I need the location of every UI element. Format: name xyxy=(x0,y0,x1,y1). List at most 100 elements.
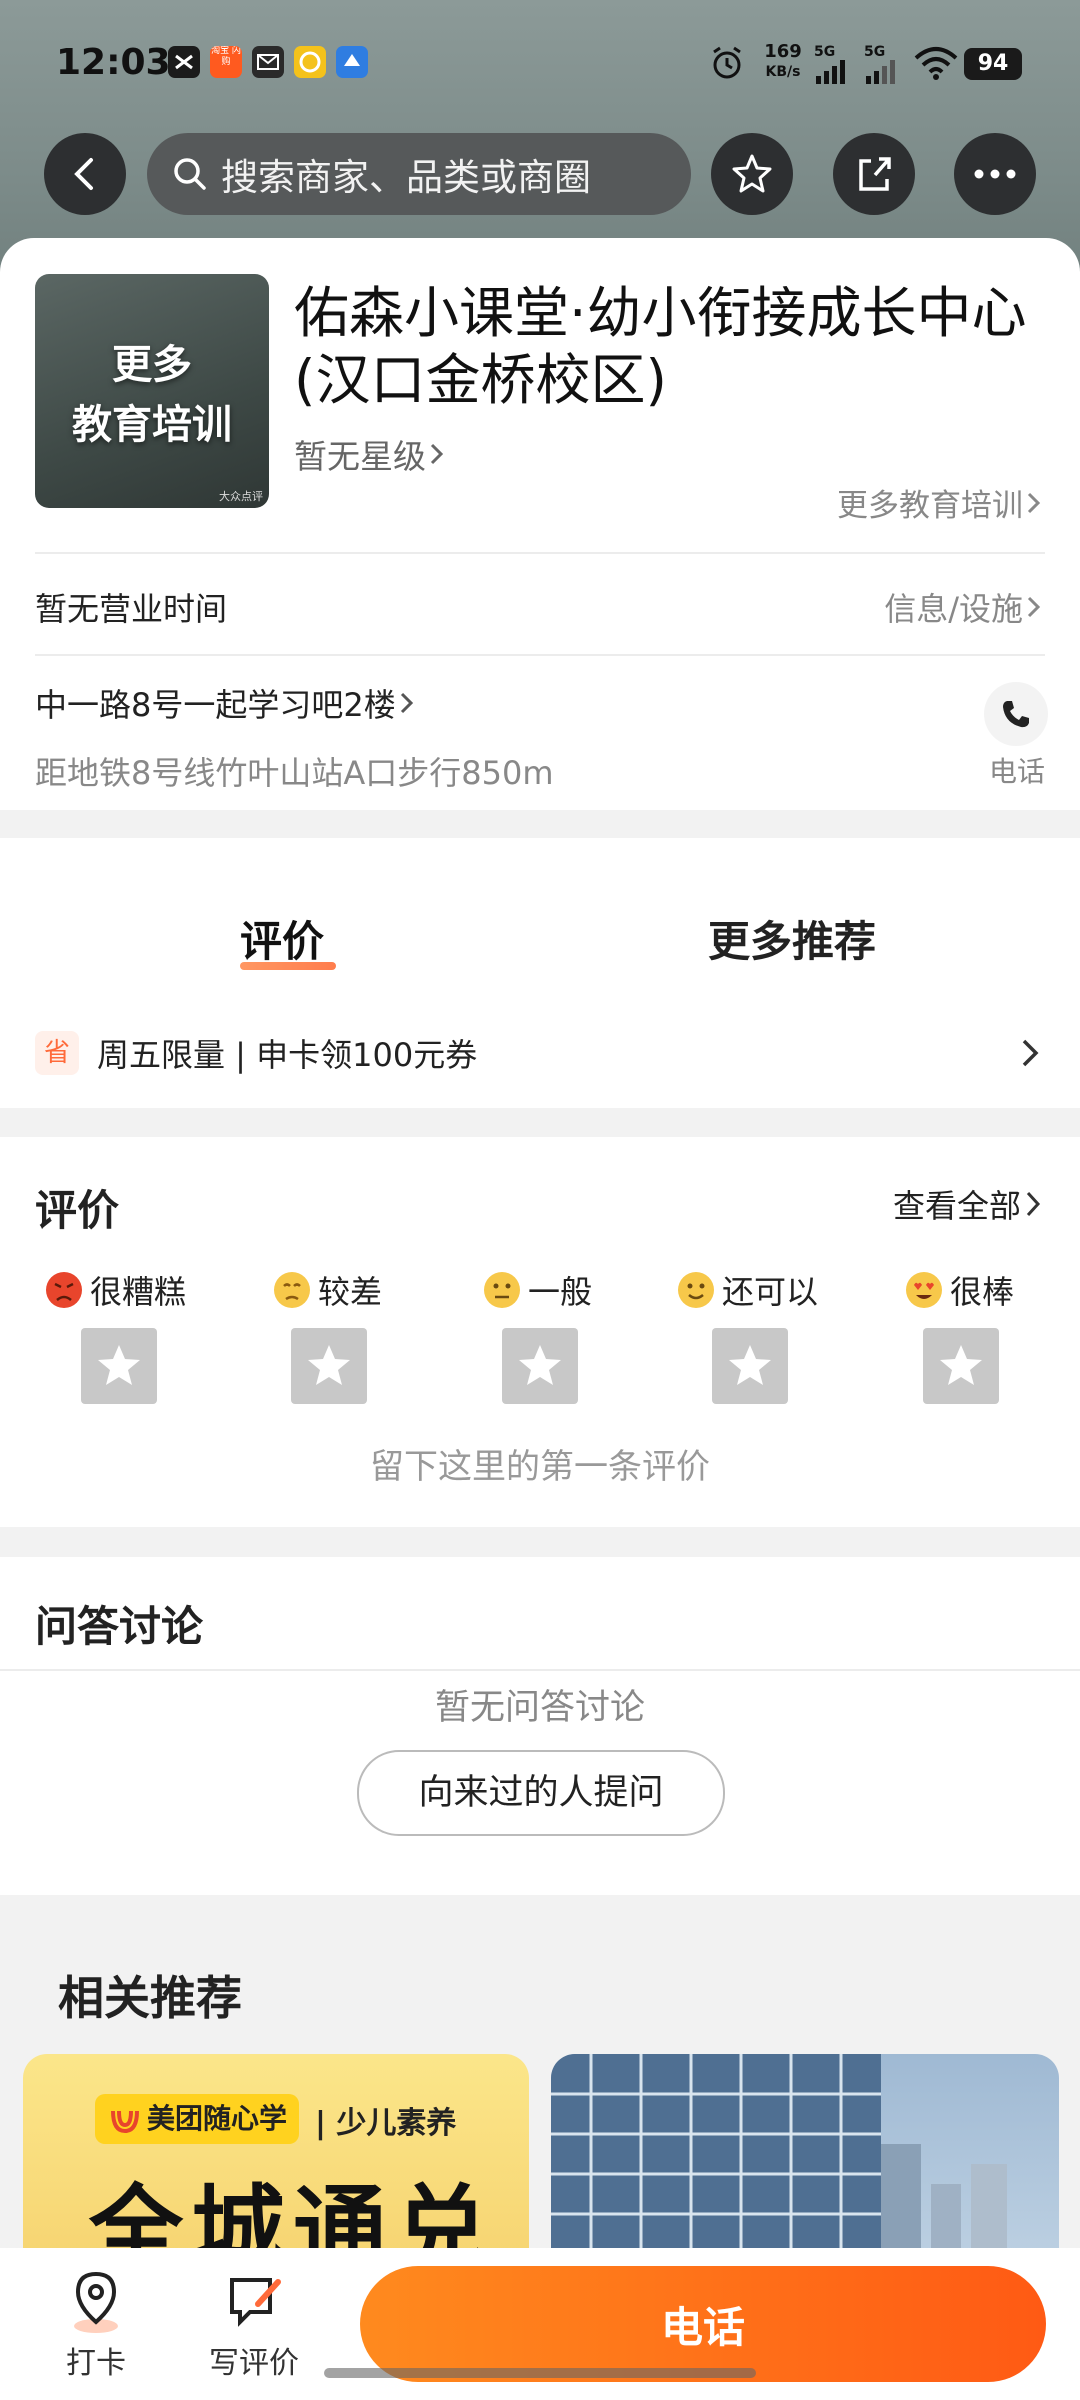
meituan-logo-icon xyxy=(111,2110,139,2134)
rating-level-4[interactable]: 还可以 xyxy=(676,1267,818,1313)
more-dots-icon xyxy=(974,169,1016,179)
chevron-right-icon xyxy=(1027,492,1041,513)
yellow-app-icon xyxy=(294,46,326,78)
checkin-button[interactable]: 打卡 xyxy=(58,2270,134,2382)
heart-eyes-face-icon xyxy=(906,1272,942,1308)
wifi-icon xyxy=(914,46,958,84)
star-icon xyxy=(308,1345,350,1385)
rating-level-2-label: 较差 xyxy=(318,1273,383,1311)
first-review-prompt: 留下这里的第一条评价 xyxy=(370,1447,710,1487)
back-button[interactable] xyxy=(44,133,126,215)
info-facilities-link[interactable]: 信息/设施 xyxy=(884,584,1045,630)
address-text: 中一路8号一起学习吧2楼 xyxy=(35,686,396,724)
blue-app-icon xyxy=(336,46,368,78)
rating-star-1[interactable] xyxy=(81,1328,157,1404)
shop-name: 佑森小课堂·幼小衔接成长中心(汉口金桥校区) xyxy=(294,281,1027,412)
tab-review[interactable]: 评价 xyxy=(240,908,336,970)
network-speed: 169 KB/s xyxy=(764,41,802,81)
search-placeholder: 搜索商家、品类或商圈 xyxy=(221,156,591,199)
angry-face-icon xyxy=(46,1272,82,1308)
ask-question-button[interactable]: 向来过的人提问 xyxy=(357,1750,725,1836)
chevron-right-icon xyxy=(400,692,413,714)
rating-star-3[interactable] xyxy=(502,1328,578,1404)
thumbnail-text-2: 教育培训 xyxy=(72,402,232,448)
rating-level-3[interactable]: 一般 xyxy=(482,1267,592,1313)
info-facilities-text: 信息/设施 xyxy=(884,590,1023,628)
phone-button[interactable] xyxy=(984,682,1048,746)
star-outline-icon xyxy=(732,154,772,193)
more-category-link[interactable]: 更多教育培训 xyxy=(837,480,1045,525)
write-review-label: 写评价 xyxy=(209,2346,299,2381)
star-icon xyxy=(98,1345,140,1385)
share-icon xyxy=(859,157,891,191)
qa-section: 问答讨论 暂无问答讨论 向来过的人提问 xyxy=(0,1557,1080,1895)
tab-active-indicator xyxy=(240,962,336,970)
rating-level-1-label: 很糟糕 xyxy=(90,1273,187,1311)
card1-tag: | 少儿素养 xyxy=(315,2106,457,2141)
location-pin-icon xyxy=(74,2271,118,2333)
rating-star-5[interactable] xyxy=(923,1328,999,1404)
rating-level-2[interactable]: 较差 xyxy=(272,1267,382,1313)
rating-text: 暂无星级 xyxy=(294,437,426,476)
phone-icon xyxy=(1003,701,1029,728)
star-icon xyxy=(519,1345,561,1385)
star-icon xyxy=(729,1345,771,1385)
rating-star-4[interactable] xyxy=(712,1328,788,1404)
thumbnail-watermark: 大众点评 xyxy=(219,490,263,503)
call-button[interactable]: 电话 xyxy=(360,2266,1046,2382)
more-category-text: 更多教育培训 xyxy=(837,488,1023,524)
rating-level-1[interactable]: 很糟糕 xyxy=(44,1267,186,1313)
sad-face-icon xyxy=(274,1272,310,1308)
alarm-icon xyxy=(708,44,746,86)
rating-level-3-label: 一般 xyxy=(528,1273,593,1311)
search-bar[interactable]: 搜索商家、品类或商圈 xyxy=(147,133,691,215)
taobao-app-icon: 淘宝 闪购 xyxy=(210,46,242,78)
rating-level-5-label: 很棒 xyxy=(950,1273,1015,1311)
write-review-icon xyxy=(230,2278,281,2327)
divider xyxy=(35,654,1045,656)
chevron-right-icon xyxy=(1027,596,1041,618)
rating-level-5[interactable]: 很棒 xyxy=(904,1267,1014,1313)
search-icon xyxy=(174,158,206,190)
battery-indicator: 94 xyxy=(964,48,1022,80)
promo-text: 周五限量 | 申卡领100元券 xyxy=(97,1036,478,1074)
more-button[interactable] xyxy=(954,133,1036,215)
promo-badge: 省 xyxy=(35,1031,79,1075)
rating-star-2[interactable] xyxy=(291,1328,367,1404)
home-indicator xyxy=(324,2368,756,2378)
chevron-right-icon xyxy=(1026,1191,1041,1217)
favorite-button[interactable] xyxy=(711,133,793,215)
status-time: 12:03 xyxy=(56,42,171,83)
brand-text: 美团随心学 xyxy=(147,2102,288,2135)
reviews-section: 评价 查看全部 很糟糕 较差 一般 还可以 很棒 留下这里的第一条评价 xyxy=(0,1137,1080,1527)
mail-app-icon xyxy=(252,46,284,78)
tab-review-label: 评价 xyxy=(240,917,325,966)
checkin-label: 打卡 xyxy=(66,2346,126,2381)
phone-label: 电话 xyxy=(988,755,1045,788)
star-icon xyxy=(940,1345,982,1385)
chevron-right-icon xyxy=(430,443,444,465)
view-all-text: 查看全部 xyxy=(892,1187,1021,1225)
related-title: 相关推荐 xyxy=(58,1971,242,2025)
shop-thumbnail[interactable]: 更多 教育培训 大众点评 xyxy=(35,274,269,508)
signal-5g-2: 5G xyxy=(864,44,900,88)
shop-info-card: 更多 教育培训 大众点评 佑森小课堂·幼小衔接成长中心(汉口金桥校区) 暂无星级… xyxy=(0,238,1080,810)
tab-more-recommend[interactable]: 更多推荐 xyxy=(708,908,876,969)
chevron-left-icon xyxy=(74,158,93,190)
signal-5g-1: 5G xyxy=(814,44,850,88)
write-review-button[interactable]: 写评价 xyxy=(200,2270,308,2382)
reviews-title: 评价 xyxy=(35,1186,120,1235)
business-hours: 暂无营业时间 xyxy=(35,590,228,628)
divider xyxy=(35,552,1045,554)
neutral-face-icon xyxy=(484,1272,520,1308)
promo-row[interactable]: 省 周五限量 | 申卡领100元券 xyxy=(0,998,1080,1108)
address-link[interactable]: 中一路8号一起学习吧2楼 xyxy=(35,680,418,726)
share-button[interactable] xyxy=(833,133,915,215)
thumbnail-text-1: 更多 xyxy=(112,342,192,388)
view-all-reviews-link[interactable]: 查看全部 xyxy=(893,1181,1045,1227)
qa-empty-text: 暂无问答讨论 xyxy=(434,1688,645,1728)
rating-link[interactable]: 暂无星级 xyxy=(294,430,448,478)
tabs-section: 评价 更多推荐 省 周五限量 | 申卡领100元券 xyxy=(0,838,1080,1108)
status-bar: 12:03 淘宝 闪购 169 KB/s 5G 5G 94 xyxy=(0,0,1080,130)
divider xyxy=(0,1669,1080,1671)
